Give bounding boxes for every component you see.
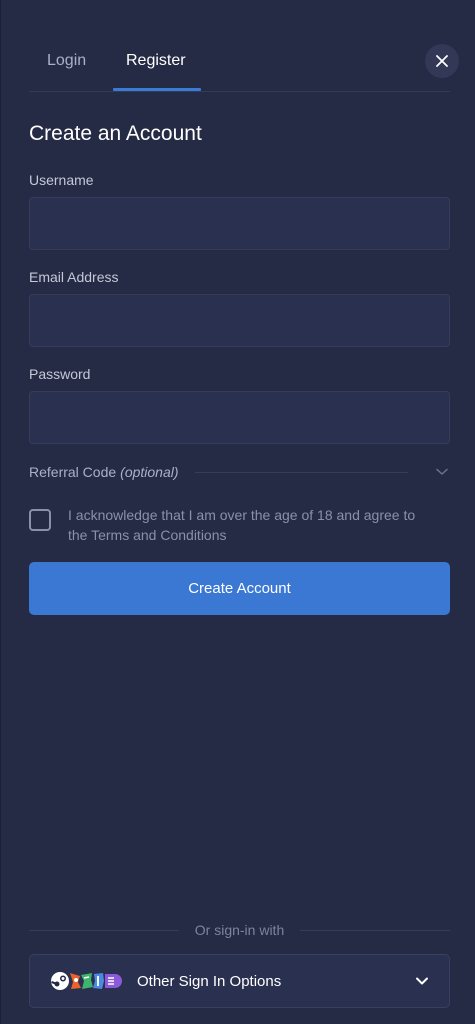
password-field[interactable]	[29, 391, 450, 444]
close-icon	[436, 55, 448, 67]
create-account-button[interactable]: Create Account	[29, 562, 450, 615]
page-title: Create an Account	[29, 122, 202, 145]
referral-code-toggle[interactable]: Referral Code (optional)	[29, 462, 450, 482]
divider-line-left	[29, 929, 179, 931]
tab-login[interactable]: Login	[47, 52, 86, 70]
password-label: Password	[29, 366, 91, 382]
chevron-down-icon	[416, 977, 428, 985]
other-sign-in-options-label: Other Sign In Options	[137, 972, 282, 990]
alt-signin-divider: Or sign-in with	[29, 920, 450, 940]
provider-icons	[50, 971, 123, 991]
age-acknowledge-text: I acknowledge that I am over the age of …	[68, 507, 416, 543]
close-button[interactable]	[425, 44, 459, 78]
active-tab-indicator	[113, 88, 201, 91]
alt-signin-divider-text: Or sign-in with	[194, 922, 285, 938]
divider-line-right	[300, 929, 450, 931]
age-acknowledge-checkbox[interactable]	[29, 509, 51, 531]
referral-label: Referral Code (optional)	[29, 464, 179, 480]
referral-divider	[194, 471, 408, 473]
email-label: Email Address	[29, 269, 119, 285]
tab-register[interactable]: Register	[126, 52, 186, 70]
referral-label-text: Referral Code	[29, 464, 117, 480]
chevron-down-icon	[436, 468, 448, 475]
username-label: Username	[29, 172, 94, 188]
auth-tabs: Login Register	[29, 0, 450, 92]
other-sign-in-options-button[interactable]: Other Sign In Options	[29, 954, 450, 1008]
referral-optional-text: (optional)	[120, 464, 179, 480]
username-field[interactable]	[29, 197, 450, 250]
email-field[interactable]	[29, 294, 450, 347]
provider-icon-purple	[105, 974, 122, 988]
